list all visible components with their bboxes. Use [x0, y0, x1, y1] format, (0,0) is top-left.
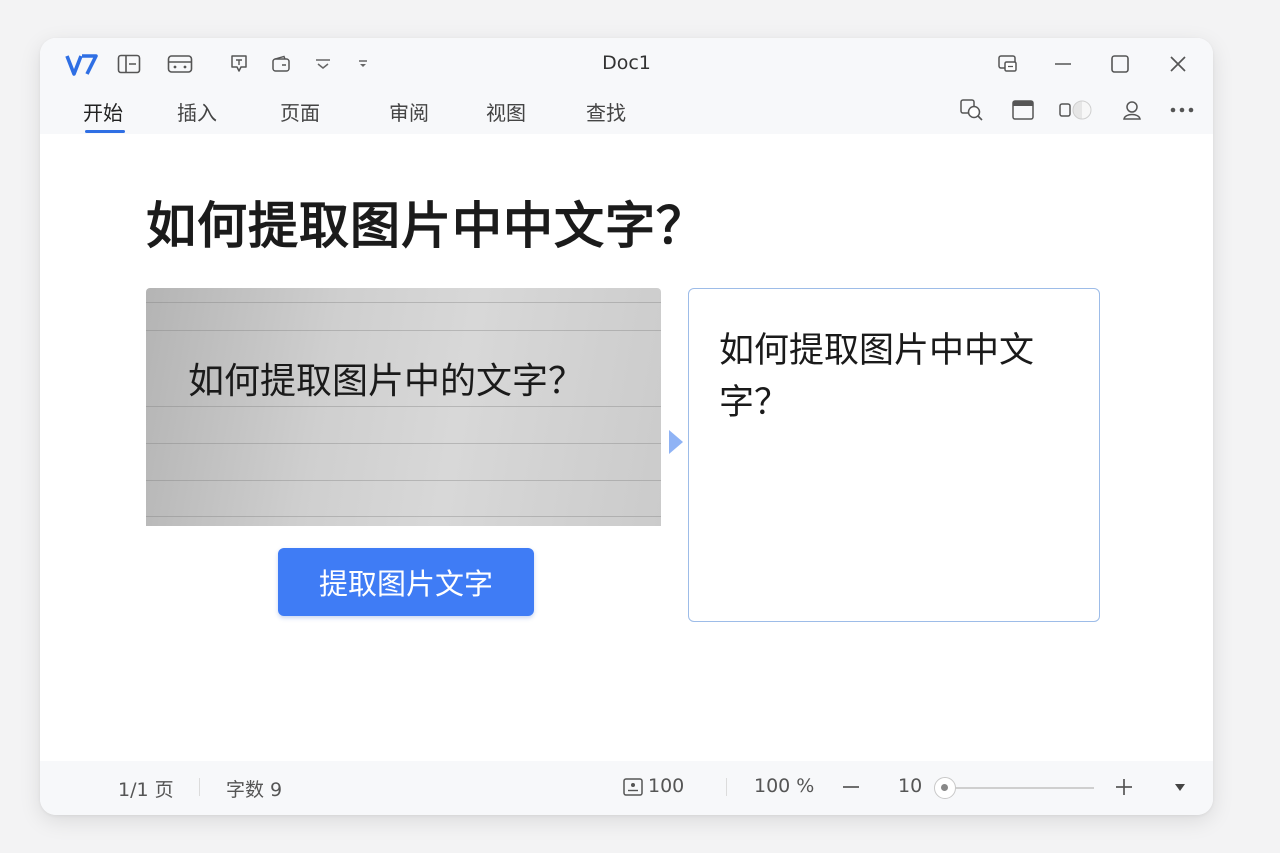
format-icon[interactable] — [228, 53, 250, 75]
extracted-text-box[interactable]: 如何提取图片中中文字？ — [688, 288, 1100, 622]
close-icon[interactable] — [1167, 53, 1189, 75]
wallet-icon[interactable] — [270, 54, 292, 74]
tab-find[interactable]: 查找 — [586, 97, 626, 127]
screen-icon[interactable] — [996, 53, 1020, 75]
copy-search-icon[interactable] — [958, 97, 986, 123]
page-indicator[interactable]: 1/1 页 — [118, 775, 174, 802]
status-bar: 1/1 页 字数 9 100 100 % 10 — [40, 761, 1213, 815]
active-tab-indicator — [85, 130, 125, 133]
zoom-percentage[interactable]: 100 % — [754, 775, 814, 797]
status-divider — [726, 778, 727, 796]
paper-line — [146, 330, 661, 331]
zoom-slider-handle[interactable] — [934, 777, 956, 799]
document-title-wrap: Doc1 — [40, 52, 1213, 74]
page-icon[interactable] — [621, 776, 645, 798]
logo-icon[interactable] — [64, 52, 100, 78]
title-bar: Doc1 开始 插入 页面 审阅 视图 查找 — [40, 38, 1213, 134]
word-count[interactable]: 字数 9 — [226, 775, 282, 802]
window-icon[interactable] — [1010, 98, 1036, 122]
layout-icon[interactable] — [116, 53, 142, 75]
view-value[interactable]: 100 — [648, 775, 684, 797]
paper-line — [146, 302, 661, 303]
paper-line — [146, 480, 661, 481]
document-title: Doc1 — [602, 52, 651, 74]
maximize-icon[interactable] — [1109, 53, 1131, 75]
source-image[interactable]: 如何提取图片中的文字？ — [146, 288, 661, 526]
more-dropdown-icon[interactable] — [356, 57, 370, 71]
tab-start[interactable]: 开始 — [83, 97, 123, 127]
document-heading[interactable]: 如何提取图片中中文字？ — [146, 186, 707, 258]
extract-text-button[interactable]: 提取图片文字 — [278, 548, 534, 616]
tab-review[interactable]: 审阅 — [389, 97, 429, 127]
app-window: Doc1 开始 插入 页面 审阅 视图 查找 如何提取图片中中文字？ 如何提取图… — [40, 38, 1213, 815]
zoom-step: 10 — [898, 775, 923, 797]
minimize-icon[interactable] — [1052, 54, 1074, 74]
paper-line — [146, 516, 661, 517]
tab-view[interactable]: 视图 — [486, 97, 526, 127]
dropdown-icon[interactable] — [313, 56, 333, 72]
tab-page[interactable]: 页面 — [280, 97, 320, 127]
status-divider — [199, 778, 200, 796]
image-text: 如何提取图片中的文字？ — [188, 361, 585, 402]
toggle-icon[interactable] — [1057, 98, 1095, 122]
zoom-in-icon[interactable] — [1113, 776, 1135, 798]
chevron-down-icon[interactable] — [1172, 780, 1188, 794]
zoom-out-icon[interactable] — [840, 777, 862, 797]
zoom-slider-track[interactable] — [944, 787, 1094, 789]
paper-line — [146, 443, 661, 444]
tab-insert[interactable]: 插入 — [177, 97, 217, 127]
card-icon[interactable] — [166, 53, 194, 75]
paper-line — [146, 406, 661, 407]
user-icon[interactable] — [1120, 98, 1144, 122]
arrow-right-icon — [669, 430, 683, 454]
more-icon[interactable] — [1168, 100, 1196, 120]
